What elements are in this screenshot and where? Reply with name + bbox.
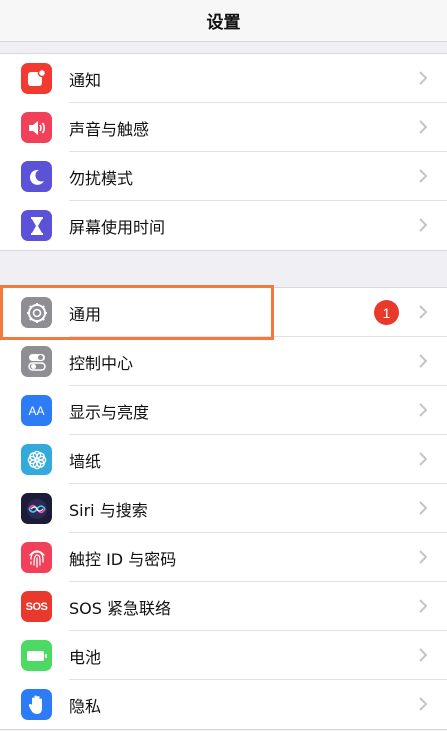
chevron-right-icon bbox=[419, 354, 427, 368]
settings-item-notifications[interactable]: 通知 bbox=[0, 54, 447, 103]
settings-item-do-not-disturb[interactable]: 勿扰模式 bbox=[0, 152, 447, 201]
settings-item-wallpaper[interactable]: 墙纸 bbox=[0, 435, 447, 484]
settings-item-label: Siri 与搜索 bbox=[69, 500, 148, 520]
gear-icon bbox=[21, 297, 52, 328]
settings-item-label: 控制中心 bbox=[69, 353, 134, 373]
settings-item-battery[interactable]: 电池 bbox=[0, 631, 447, 680]
chevron-right-icon bbox=[419, 697, 427, 711]
chevron-right-icon bbox=[419, 599, 427, 613]
settings-item-privacy[interactable]: 隐私 bbox=[0, 680, 447, 729]
text-size-icon: AA bbox=[21, 395, 52, 426]
chevron-right-icon bbox=[419, 305, 427, 319]
settings-item-screen-time[interactable]: 屏幕使用时间 bbox=[0, 201, 447, 250]
settings-item-general[interactable]: 通用 1 bbox=[0, 288, 447, 337]
settings-group-1: 通知 声音与触感 勿扰模式 屏幕使用时间 bbox=[0, 53, 447, 251]
settings-item-siri-search[interactable]: Siri 与搜索 bbox=[0, 484, 447, 533]
hand-icon bbox=[21, 689, 52, 720]
settings-item-label: SOS 紧急联络 bbox=[69, 598, 171, 618]
settings-item-emergency-sos[interactable]: SOS SOS 紧急联络 bbox=[0, 582, 447, 631]
navigation-bar: 设置 bbox=[0, 0, 447, 42]
settings-item-sounds[interactable]: 声音与触感 bbox=[0, 103, 447, 152]
settings-item-touch-id-passcode[interactable]: 触控 ID 与密码 bbox=[0, 533, 447, 582]
settings-item-label: 显示与亮度 bbox=[69, 402, 150, 422]
toggle-icon bbox=[21, 346, 52, 377]
chevron-right-icon bbox=[419, 550, 427, 564]
settings-item-label: 隐私 bbox=[69, 696, 102, 716]
settings-item-label: 电池 bbox=[69, 647, 102, 667]
chevron-right-icon bbox=[419, 71, 427, 85]
settings-item-label: 屏幕使用时间 bbox=[69, 217, 166, 237]
moon-icon bbox=[21, 161, 52, 192]
settings-group-2: 通用 1 控制中心 AA 显示与亮度 墙纸 Siri 与搜索 触控 ID 与密码… bbox=[0, 287, 447, 730]
fingerprint-icon bbox=[21, 542, 52, 573]
chevron-right-icon bbox=[419, 452, 427, 466]
chevron-right-icon bbox=[419, 120, 427, 134]
settings-item-label: 墙纸 bbox=[69, 451, 102, 471]
page-title: 设置 bbox=[206, 13, 241, 33]
chevron-right-icon bbox=[419, 218, 427, 232]
chevron-right-icon bbox=[419, 648, 427, 662]
settings-item-display-brightness[interactable]: AA 显示与亮度 bbox=[0, 386, 447, 435]
settings-item-label: 通知 bbox=[69, 70, 102, 90]
sound-icon bbox=[21, 112, 52, 143]
settings-item-label: 声音与触感 bbox=[69, 119, 150, 139]
chevron-right-icon bbox=[419, 403, 427, 417]
flower-icon bbox=[21, 444, 52, 475]
notification-icon bbox=[21, 63, 52, 94]
hourglass-icon bbox=[21, 210, 52, 241]
battery-icon bbox=[21, 640, 52, 671]
siri-icon bbox=[21, 493, 52, 524]
settings-item-label: 触控 ID 与密码 bbox=[69, 549, 177, 569]
update-badge: 1 bbox=[374, 300, 399, 325]
settings-item-label: 勿扰模式 bbox=[69, 168, 134, 188]
settings-item-control-center[interactable]: 控制中心 bbox=[0, 337, 447, 386]
sos-icon: SOS bbox=[21, 591, 52, 622]
chevron-right-icon bbox=[419, 169, 427, 183]
chevron-right-icon bbox=[419, 501, 427, 515]
